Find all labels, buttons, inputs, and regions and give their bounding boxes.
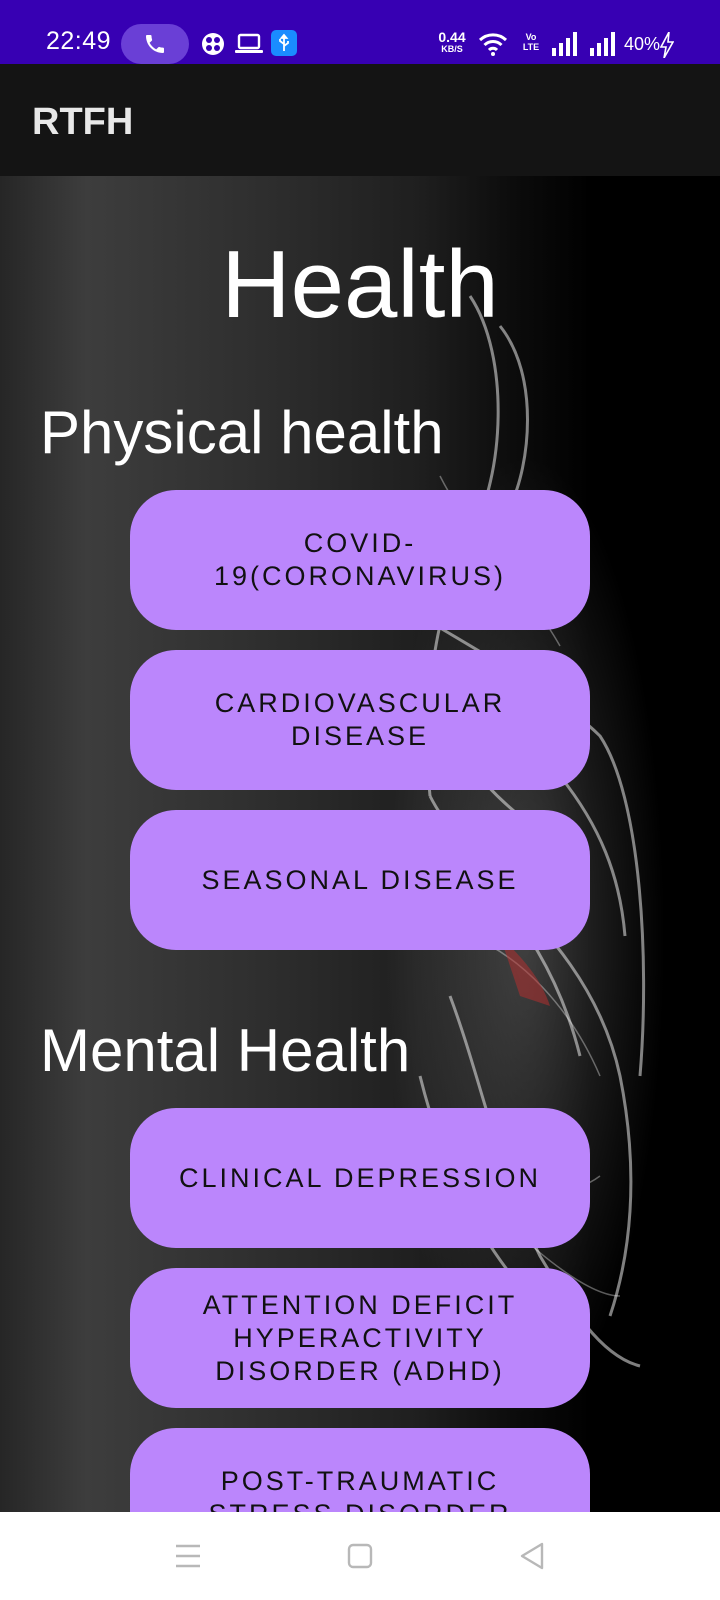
seasonal-disease-button[interactable]: SEASONAL DISEASE <box>130 810 590 950</box>
home-button[interactable] <box>330 1532 390 1580</box>
content-scroll-area[interactable]: Health Physical health COVID-19(CORONAVI… <box>0 176 720 1512</box>
mental-health-heading: Mental Health <box>40 1017 411 1084</box>
menu-icon <box>176 1544 200 1568</box>
covid-19-button[interactable]: COVID-19(CORONAVIRUS) <box>130 490 590 630</box>
multi-app-icon <box>202 33 224 55</box>
adhd-button[interactable]: ATTENTION DEFICIT HYPERACTIVITY DISORDER… <box>130 1268 590 1408</box>
signal-icon <box>552 32 577 56</box>
ptsd-button-label: POST-TRAUMATIC STRESS DISORDER <box>208 1466 508 1512</box>
app-bar: RTFH <box>0 64 720 176</box>
usb-icon <box>271 30 297 56</box>
network-speed: 0.44 KB/S <box>435 30 469 54</box>
covid-19-button-label: COVID-19(CORONAVIRUS) <box>213 528 507 591</box>
clinical-depression-button-label: CLINICAL DEPRESSION <box>178 1162 542 1193</box>
ptsd-button[interactable]: POST-TRAUMATIC STRESS DISORDER <box>130 1428 590 1512</box>
back-button[interactable] <box>502 1532 562 1580</box>
back-icon <box>520 1542 544 1570</box>
network-speed-value: 0.44 <box>438 29 466 45</box>
clinical-depression-button[interactable]: CLINICAL DEPRESSION <box>130 1108 590 1248</box>
physical-health-heading: Physical health <box>40 399 444 466</box>
charging-icon <box>660 32 674 58</box>
seasonal-disease-button-label: SEASONAL DISEASE <box>201 864 519 895</box>
status-bar: 22:49 0.44 KB/S Vo LTE 40% <box>0 0 720 64</box>
cardiovascular-disease-button[interactable]: CARDIOVASCULAR DISEASE <box>130 650 590 790</box>
adhd-button-label: ATTENTION DEFICIT HYPERACTIVITY DISORDER… <box>202 1289 518 1386</box>
wifi-icon <box>478 33 508 56</box>
home-icon <box>347 1543 373 1569</box>
battery-percent: 40% <box>624 34 661 54</box>
phone-call-icon <box>146 35 164 53</box>
system-navigation-bar <box>0 1512 720 1600</box>
network-speed-unit: KB/S <box>441 44 463 54</box>
laptop-icon <box>235 33 263 53</box>
signal-icon <box>590 32 615 56</box>
volte-indicator: Vo LTE <box>522 32 540 52</box>
app-title: RTFH <box>32 101 134 143</box>
status-time: 22:49 <box>46 27 112 55</box>
cardiovascular-disease-button-label: CARDIOVASCULAR DISEASE <box>214 688 506 751</box>
page-title: Health <box>221 231 499 338</box>
recents-button[interactable] <box>158 1532 218 1580</box>
ongoing-call-chip[interactable] <box>121 24 189 64</box>
